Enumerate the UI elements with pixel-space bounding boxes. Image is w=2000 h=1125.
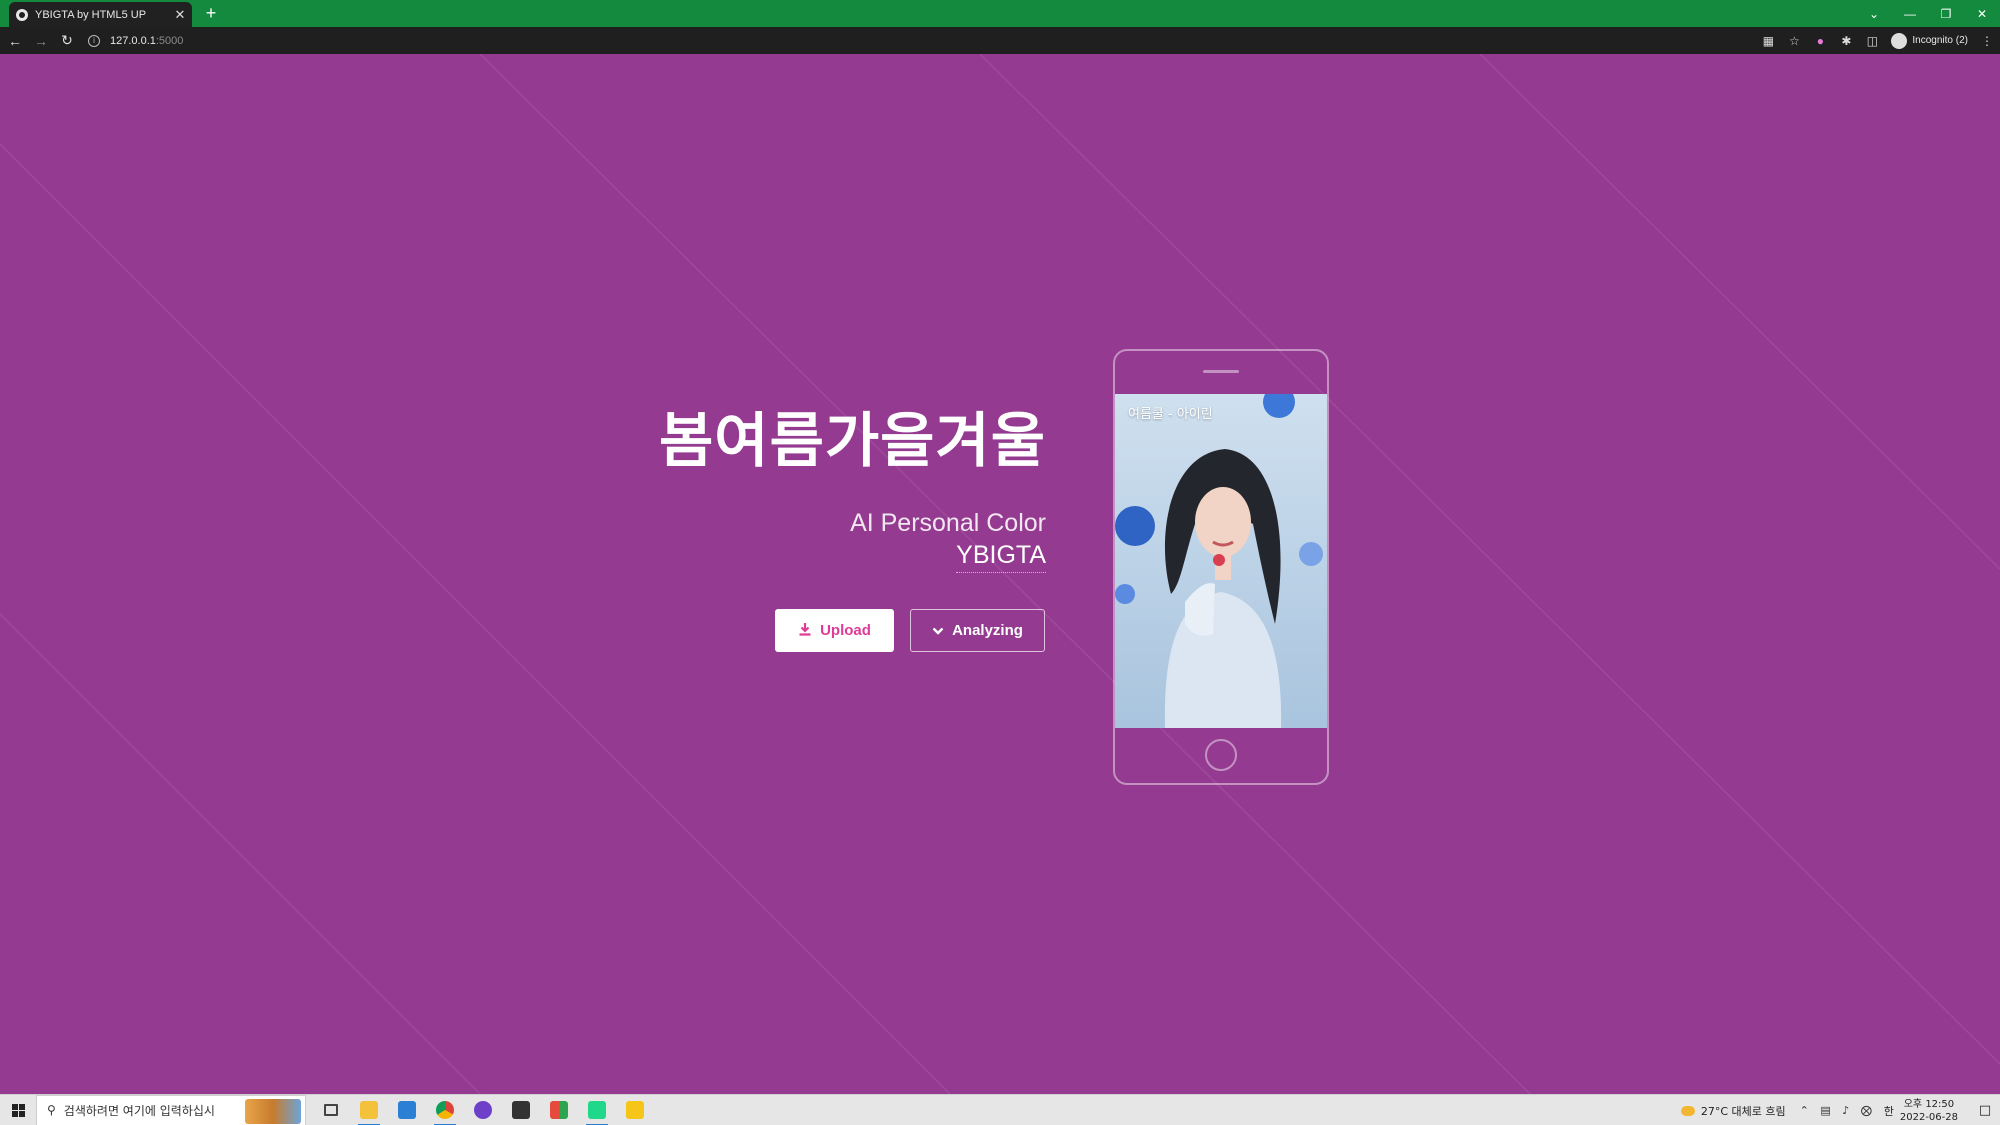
weather-text: 27°C 대체로 흐림 bbox=[1700, 1104, 1786, 1118]
upload-label: Upload bbox=[820, 622, 871, 639]
pycharm-icon bbox=[588, 1101, 606, 1119]
notification-icon[interactable]: □ bbox=[1970, 1103, 2000, 1118]
page-title: 봄여름가을겨울 bbox=[659, 406, 1046, 475]
chrome-icon bbox=[436, 1101, 454, 1119]
task-view-button[interactable] bbox=[312, 1095, 350, 1125]
taskbar-vscode[interactable] bbox=[388, 1095, 426, 1125]
windows-logo-icon bbox=[11, 1103, 25, 1117]
phone-speaker bbox=[1203, 370, 1239, 373]
minimize-button[interactable]: — bbox=[1892, 7, 1928, 21]
restore-button[interactable]: ❐ bbox=[1928, 7, 1964, 21]
phone-home-button bbox=[1205, 739, 1237, 771]
analyzing-label: Analyzing bbox=[952, 622, 1023, 639]
terminal-icon bbox=[512, 1101, 530, 1119]
cloud-icon bbox=[1680, 1105, 1695, 1116]
taskbar-clock[interactable]: 오후 12:50 2022-06-28 bbox=[1900, 1098, 1958, 1124]
tray-icons[interactable]: ⌃ ▤ ♪ ⨂ bbox=[1800, 1104, 1876, 1117]
browser-tab-strip: YBIGTA by HTML5 UP ✕ + ⌄ — ❐ ✕ bbox=[0, 0, 2000, 27]
taskbar-apps bbox=[312, 1095, 654, 1125]
background-diagonal-lines bbox=[0, 54, 2000, 1094]
system-tray: 27°C 대체로 흐림 ⌃ ▤ ♪ ⨂ 한 오후 12:50 2022-06-2… bbox=[1680, 1095, 2000, 1125]
taskbar-terminal[interactable] bbox=[502, 1095, 540, 1125]
profile-label: Incognito (2) bbox=[1912, 35, 1968, 46]
url-port: :5000 bbox=[155, 34, 184, 47]
incognito-icon bbox=[1891, 32, 1908, 49]
page-content: 봄여름가을겨울 AI Personal Color YBIGTA Upload … bbox=[0, 54, 2000, 1094]
search-placeholder: 검색하려면 여기에 입력하십시 bbox=[63, 1103, 215, 1118]
url-host: 127.0.0.1 bbox=[110, 34, 156, 47]
weather-widget[interactable]: 27°C 대체로 흐림 bbox=[1680, 1103, 1786, 1119]
taskbar-app-purple[interactable] bbox=[464, 1095, 502, 1125]
ime-indicator[interactable]: 한 bbox=[1884, 1103, 1894, 1119]
team-name-link[interactable]: YBIGTA bbox=[956, 539, 1046, 573]
phone-screen-image: 여름쿨 - 아이린 bbox=[1115, 394, 1327, 728]
clock-date: 2022-06-28 bbox=[1899, 1111, 1958, 1123]
taskbar-pycharm[interactable] bbox=[578, 1095, 616, 1125]
window-controls: ⌄ — ❐ ✕ bbox=[1856, 0, 2000, 27]
taskbar-app-multicolor[interactable] bbox=[540, 1095, 578, 1125]
taskbar-app-yellow[interactable] bbox=[616, 1095, 654, 1125]
globe-icon bbox=[16, 8, 28, 21]
page-subtitle: AI Personal Color bbox=[850, 508, 1046, 537]
translate-icon[interactable]: ▦ bbox=[1755, 34, 1781, 48]
task-view-icon bbox=[324, 1104, 338, 1116]
taskbar-file-explorer[interactable] bbox=[350, 1095, 388, 1125]
toolbar-actions: ▦ ☆ ● ✱ ◫ Incognito (2) ⋮ bbox=[1755, 27, 2000, 54]
back-button[interactable]: ← bbox=[4, 33, 26, 49]
chevron-down-icon bbox=[932, 623, 944, 639]
search-highlight-image bbox=[245, 1098, 301, 1124]
address-bar[interactable]: i 127.0.0.1 :5000 bbox=[88, 30, 1748, 51]
github-desktop-icon bbox=[474, 1101, 492, 1119]
windows-taskbar: ⚲ 검색하려면 여기에 입력하십시 27°C 대체로 흐림 ⌃ ▤ ♪ ⨂ 한 … bbox=[0, 1094, 2000, 1125]
site-info-icon[interactable]: i bbox=[88, 34, 100, 47]
photo-caption: 여름쿨 - 아이린 bbox=[1128, 407, 1213, 422]
browser-tab[interactable]: YBIGTA by HTML5 UP ✕ bbox=[9, 2, 192, 27]
taskbar-chrome[interactable] bbox=[426, 1095, 464, 1125]
clock-time: 오후 12:50 bbox=[1903, 1098, 1955, 1110]
folder-icon bbox=[360, 1101, 378, 1119]
analyzing-button[interactable]: Analyzing bbox=[910, 609, 1045, 652]
download-icon bbox=[798, 622, 812, 639]
side-panel-icon[interactable]: ◫ bbox=[1859, 34, 1885, 48]
profile-button[interactable]: Incognito (2) bbox=[1891, 32, 1968, 49]
taskbar-search[interactable]: ⚲ 검색하려면 여기에 입력하십시 bbox=[36, 1094, 306, 1125]
tab-title: YBIGTA by HTML5 UP bbox=[35, 8, 147, 21]
close-tab-icon[interactable]: ✕ bbox=[172, 7, 188, 23]
vscode-icon bbox=[398, 1101, 416, 1119]
hero-text: 봄여름가을겨울 AI Personal Color YBIGTA bbox=[659, 406, 1046, 573]
sticky-app-icon bbox=[626, 1101, 644, 1119]
upload-button[interactable]: Upload bbox=[775, 609, 894, 652]
browser-toolbar: ← → ↻ i 127.0.0.1 :5000 ▦ ☆ ● ✱ ◫ Incogn… bbox=[0, 27, 2000, 54]
new-tab-button[interactable]: + bbox=[201, 3, 221, 23]
start-button[interactable] bbox=[0, 1095, 36, 1125]
tab-search-button[interactable]: ⌄ bbox=[1856, 7, 1892, 21]
reload-button[interactable]: ↻ bbox=[56, 32, 78, 49]
close-window-button[interactable]: ✕ bbox=[1964, 7, 2000, 21]
bookmark-star-icon[interactable]: ☆ bbox=[1781, 34, 1807, 48]
menu-kebab-icon[interactable]: ⋮ bbox=[1974, 34, 2000, 48]
search-icon: ⚲ bbox=[47, 1103, 56, 1117]
app-grid-icon bbox=[550, 1101, 568, 1119]
color-extension-icon[interactable]: ● bbox=[1807, 34, 1833, 48]
phone-mockup: 여름쿨 - 아이린 bbox=[1113, 349, 1329, 785]
extensions-puzzle-icon[interactable]: ✱ bbox=[1833, 34, 1859, 48]
forward-button[interactable]: → bbox=[30, 33, 52, 49]
